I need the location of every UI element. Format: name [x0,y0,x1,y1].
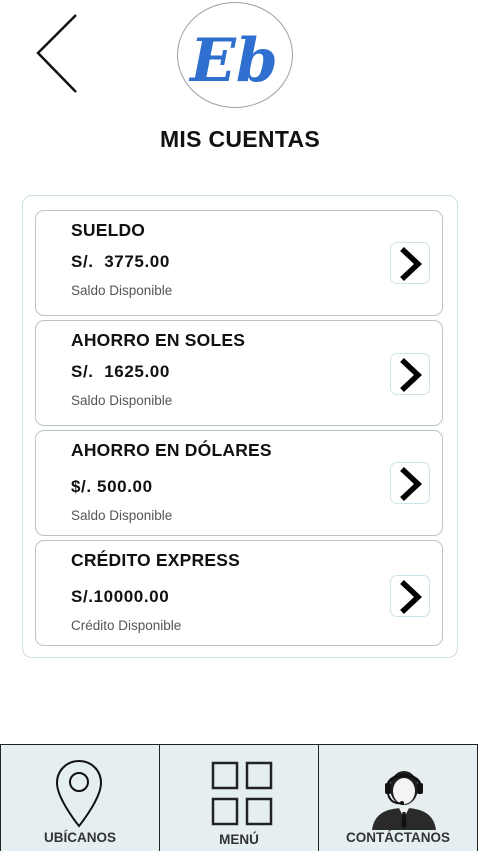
chevron-right-icon [400,357,423,393]
account-open-button[interactable] [390,575,430,617]
account-open-button[interactable] [390,353,430,395]
account-card-sueldo[interactable]: SUELDO S/. 3775.00 Saldo Disponible [35,210,443,316]
back-button[interactable] [30,12,84,98]
account-balance-label: Saldo Disponible [71,283,173,298]
nav-label: CONTÁCTANOS [346,830,450,845]
account-balance-label: Crédito Disponible [71,618,182,633]
account-card-credito-express[interactable]: CRÉDITO EXPRESS S/.10000.00 Crédito Disp… [35,540,443,646]
nav-label: UBÍCANOS [43,830,116,845]
account-amount: $/. 500.00 [71,477,153,496]
chevron-left-icon [36,14,77,93]
account-amount: S/. 3775.00 [71,252,170,271]
account-card-ahorro-dolares[interactable]: AHORRO EN DÓLARES $/. 500.00 Saldo Dispo… [35,430,443,536]
nav-label: MENÚ [219,832,259,847]
account-name: AHORRO EN DÓLARES [71,440,272,460]
chevron-right-icon [400,579,423,615]
account-amount: S/. 1625.00 [71,362,170,381]
nav-contactanos[interactable]: CONTÁCTANOS [319,745,477,851]
nav-ubicanos[interactable]: UBÍCANOS [1,745,160,851]
account-card-ahorro-soles[interactable]: AHORRO EN SOLES S/. 1625.00 Saldo Dispon… [35,320,443,426]
eb-logo-mark: Eb [188,26,278,96]
page-title: MIS CUENTAS [159,126,321,152]
account-name: AHORRO EN SOLES [71,330,246,350]
grid-menu-icon [211,761,273,826]
logo-text: Eb [188,26,278,96]
nav-menu[interactable]: MENÚ [160,745,319,851]
account-amount: S/.10000.00 [71,587,170,606]
account-balance-label: Saldo Disponible [71,393,173,408]
chevron-right-icon [400,466,423,502]
support-agent-icon [368,758,440,830]
brand-logo: Eb [177,2,293,108]
chevron-right-icon [400,246,423,282]
account-open-button[interactable] [390,462,430,504]
account-name: CRÉDITO EXPRESS [71,550,240,570]
location-pin-icon [55,759,103,828]
account-name: SUELDO [71,220,146,240]
account-balance-label: Saldo Disponible [71,508,173,523]
bottom-nav: UBÍCANOS MENÚ CONTÁCTANOS [0,744,478,851]
account-open-button[interactable] [390,242,430,284]
